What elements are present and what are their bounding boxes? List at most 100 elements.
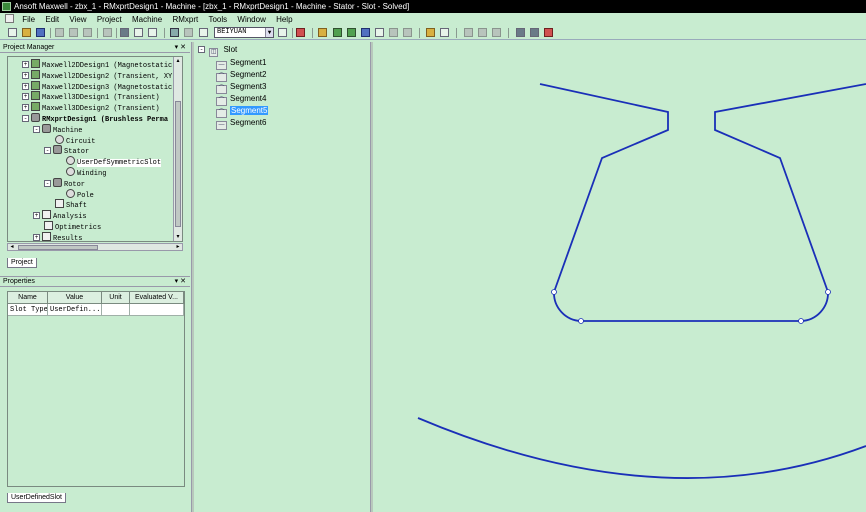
pin-icon[interactable]: ▾ — [175, 44, 179, 51]
menu-machine[interactable]: Machine — [128, 13, 166, 26]
tree-item[interactable]: Circuit — [44, 134, 95, 146]
vertex-handle[interactable] — [551, 289, 557, 295]
scroll-thumb[interactable] — [18, 245, 98, 250]
export-icon[interactable] — [403, 28, 412, 37]
collapse-icon[interactable]: - — [22, 115, 29, 122]
stop-icon[interactable] — [296, 28, 305, 37]
tree-item[interactable]: - Machine — [33, 123, 82, 135]
menu-edit[interactable]: Edit — [41, 13, 63, 26]
zoom-out-icon[interactable] — [478, 28, 487, 37]
new-file-icon[interactable] — [8, 28, 17, 37]
scroll-right-icon[interactable]: ▸ — [174, 243, 182, 251]
expand-icon[interactable]: + — [22, 104, 29, 112]
delete-icon[interactable] — [120, 28, 129, 37]
copy-icon[interactable] — [69, 28, 78, 37]
tree-item[interactable]: + Analysis — [33, 210, 87, 221]
pane-splitter[interactable] — [191, 42, 194, 512]
cut-icon[interactable] — [55, 28, 64, 37]
property-value-cell[interactable]: UserDefin... — [48, 304, 102, 316]
pan-icon[interactable] — [184, 28, 193, 37]
column-header-evaluated[interactable]: Evaluated V... — [130, 292, 184, 304]
pane-splitter[interactable] — [370, 42, 373, 512]
vertex-handle[interactable] — [578, 318, 584, 324]
menu-file[interactable]: File — [18, 13, 39, 26]
winding-view-icon[interactable] — [530, 28, 539, 37]
tree-vertical-scrollbar[interactable]: ▴ ▾ — [173, 57, 182, 241]
segment-item[interactable]: — Segment1 — [216, 57, 266, 70]
close-icon[interactable]: ✕ — [180, 278, 186, 285]
fit-view-icon[interactable] — [278, 28, 287, 37]
expand-icon[interactable]: + — [22, 61, 29, 68]
segment-item[interactable]: ⌒ Segment2 — [216, 69, 266, 82]
tree-horizontal-scrollbar[interactable]: ◂ ▸ — [7, 243, 183, 251]
analyze-icon[interactable] — [333, 28, 342, 37]
tree-item[interactable]: Winding — [55, 167, 106, 178]
paste-icon[interactable] — [83, 28, 92, 37]
tree-item[interactable]: - Stator — [44, 145, 89, 156]
segment-item[interactable]: ⌒ Segment4 — [216, 93, 266, 106]
pin-icon[interactable]: ▾ — [175, 278, 179, 285]
tree-item[interactable]: + Maxwell2DDesign2 (Transient, XY) — [22, 69, 176, 81]
validate-icon[interactable] — [318, 28, 327, 37]
chevron-down-icon[interactable]: ▼ — [265, 28, 273, 37]
open-folder-icon[interactable] — [22, 28, 31, 37]
column-header-unit[interactable]: Unit — [102, 292, 130, 304]
scroll-left-icon[interactable]: ◂ — [8, 243, 16, 251]
tree-item[interactable]: + Maxwell3DDesign2 (Transient) — [22, 102, 160, 113]
context-help-icon[interactable] — [440, 28, 449, 37]
tree-item[interactable]: + Maxwell2DDesign1 (Magnetostatic, XY) — [22, 59, 182, 70]
help-icon[interactable] — [426, 28, 435, 37]
tree-item[interactable]: UserDefSymmetricSlot — [55, 156, 162, 168]
tree-item[interactable]: + Maxwell2DDesign3 (Magnetostatic, XY) — [22, 80, 182, 92]
save-icon[interactable] — [36, 28, 45, 37]
expand-icon[interactable]: + — [33, 212, 40, 220]
settings-icon[interactable] — [544, 28, 553, 37]
slot-root-item[interactable]: - ◫ Slot — [198, 44, 237, 57]
redo-icon[interactable] — [148, 28, 157, 37]
segment-item[interactable]: ⌒ Segment3 — [216, 81, 266, 94]
report-icon[interactable] — [375, 28, 384, 37]
vertex-handle[interactable] — [798, 318, 804, 324]
menu-project[interactable]: Project — [93, 13, 126, 26]
zoom-area-icon[interactable] — [492, 28, 501, 37]
scroll-up-icon[interactable]: ▴ — [174, 57, 182, 65]
segment-item[interactable]: ⌒ Segment5 — [216, 105, 269, 118]
tree-item[interactable]: + Results — [33, 231, 82, 241]
close-icon[interactable]: ✕ — [180, 44, 186, 51]
slot-drawing-canvas[interactable] — [374, 42, 866, 512]
expand-icon[interactable]: + — [33, 233, 40, 241]
menu-tools[interactable]: Tools — [204, 13, 231, 26]
menu-window[interactable]: Window — [233, 13, 269, 26]
column-header-value[interactable]: Value — [48, 292, 102, 304]
scroll-down-icon[interactable]: ▾ — [174, 233, 182, 241]
tree-item[interactable]: - RMxprtDesign1 (Brushless Perma — [22, 113, 168, 124]
menu-view[interactable]: View — [65, 13, 90, 26]
collapse-icon[interactable]: - — [44, 147, 51, 155]
select-mode-icon[interactable] — [170, 28, 179, 37]
scroll-thumb[interactable] — [175, 101, 181, 227]
collapse-icon[interactable]: - — [33, 125, 40, 133]
column-header-name[interactable]: Name — [8, 292, 48, 304]
collapse-icon[interactable]: - — [198, 46, 205, 53]
rotate-icon[interactable] — [199, 28, 208, 37]
tree-item[interactable]: Pole — [55, 188, 94, 200]
tree-item[interactable]: - Rotor — [44, 177, 85, 189]
tree-item[interactable]: + Maxwell3DDesign1 (Transient) — [22, 91, 160, 102]
menu-help[interactable]: Help — [272, 13, 296, 26]
tree-item[interactable]: Optimetrics — [33, 221, 101, 232]
menu-rmxprt[interactable]: RMxprt — [168, 13, 202, 26]
material-combo[interactable]: BEIYUAN ▼ — [214, 27, 274, 38]
table-icon[interactable] — [389, 28, 398, 37]
setup-icon[interactable] — [361, 28, 370, 37]
undo-icon[interactable] — [134, 28, 143, 37]
collapse-icon[interactable]: - — [44, 179, 51, 187]
expand-icon[interactable]: + — [22, 93, 29, 101]
tab-userdefinedslot[interactable]: UserDefinedSlot — [7, 493, 66, 503]
machine-view-icon[interactable] — [516, 28, 525, 37]
expand-icon[interactable]: + — [22, 82, 29, 90]
segment-item[interactable]: — Segment6 — [216, 117, 266, 130]
print-icon[interactable] — [103, 28, 112, 37]
solve-icon[interactable] — [347, 28, 356, 37]
expand-icon[interactable]: + — [22, 71, 29, 79]
vertex-handle[interactable] — [825, 289, 831, 295]
